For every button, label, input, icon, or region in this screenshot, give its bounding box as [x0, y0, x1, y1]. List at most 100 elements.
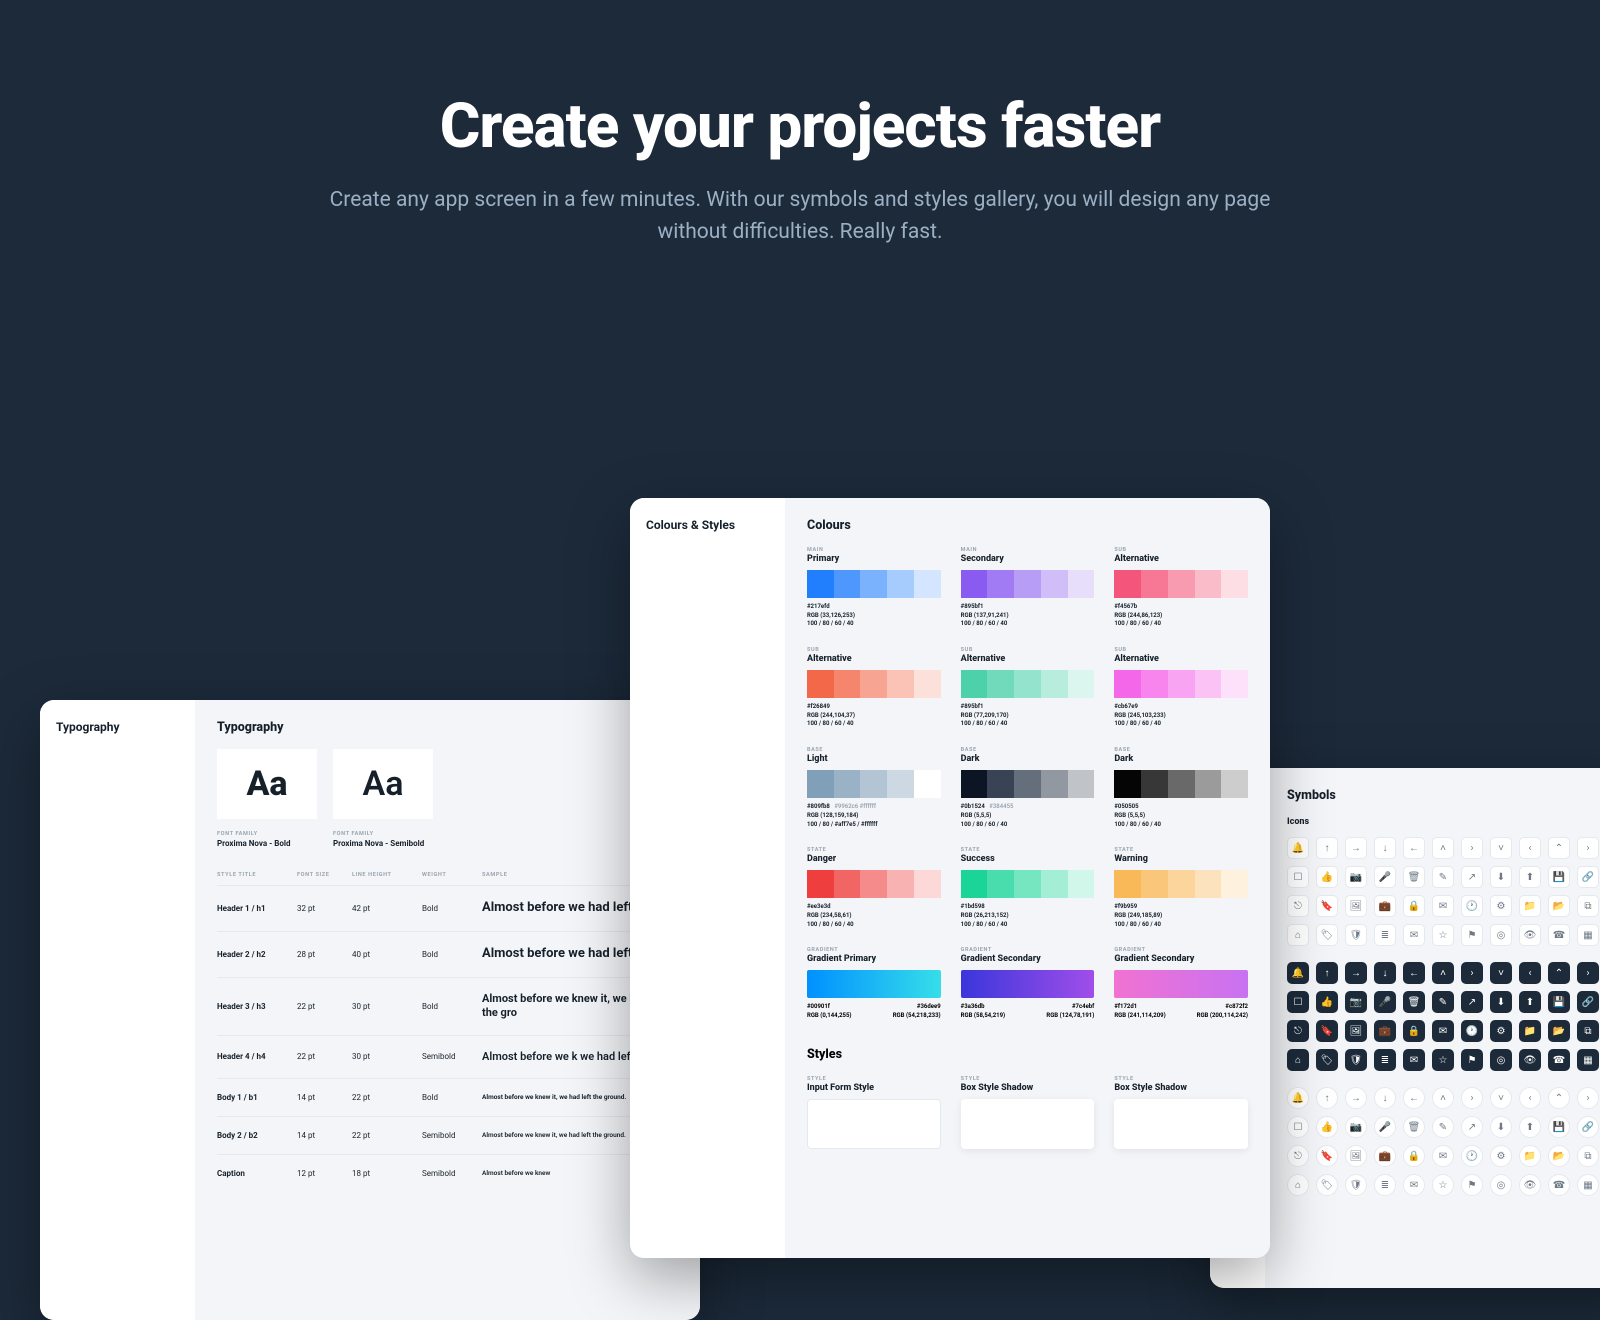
link-icon[interactable]: 🔗 [1577, 866, 1599, 888]
arrow-down-icon[interactable]: ↓ [1374, 837, 1396, 859]
arrow-left-icon[interactable]: ← [1403, 962, 1425, 984]
target-icon[interactable]: ◎ [1490, 1174, 1512, 1196]
arrow-right-icon[interactable]: → [1345, 962, 1367, 984]
logout-icon[interactable]: ⎋ [1287, 895, 1309, 917]
image-icon[interactable]: 🖼 [1345, 1145, 1367, 1167]
edit-icon[interactable]: ✎ [1432, 866, 1454, 888]
caret-left-icon[interactable]: ‹ [1519, 1087, 1541, 1109]
flag-icon[interactable]: ⚑ [1461, 1174, 1483, 1196]
copy-icon[interactable]: ⧉ [1577, 895, 1599, 917]
logout-icon[interactable]: ⎋ [1287, 1020, 1309, 1042]
mic-icon[interactable]: 🎤 [1374, 866, 1396, 888]
save-icon[interactable]: 💾 [1548, 991, 1570, 1013]
arrow-up-icon[interactable]: ↑ [1316, 962, 1338, 984]
camera-icon[interactable]: 📷 [1345, 1116, 1367, 1138]
chevron-right-icon[interactable]: › [1577, 1087, 1599, 1109]
star-icon[interactable]: ☆ [1432, 924, 1454, 946]
arrow-down-icon[interactable]: ↓ [1374, 962, 1396, 984]
phone-icon[interactable]: ☎ [1548, 1174, 1570, 1196]
chevron-up-icon[interactable]: ⌃ [1548, 962, 1570, 984]
thumb-up-icon[interactable]: 👍 [1316, 1116, 1338, 1138]
clock-icon[interactable]: 🕐 [1461, 1145, 1483, 1167]
briefcase-icon[interactable]: 💼 [1374, 1020, 1396, 1042]
arrow-left-icon[interactable]: ← [1403, 1087, 1425, 1109]
grid-icon[interactable]: ▦ [1577, 1174, 1599, 1196]
envelope-icon[interactable]: ✉ [1403, 1174, 1425, 1196]
inbox-icon[interactable]: ☐ [1287, 866, 1309, 888]
eye-icon[interactable]: 👁 [1519, 1174, 1541, 1196]
phone-icon[interactable]: ☎ [1548, 1049, 1570, 1071]
clock-icon[interactable]: 🕐 [1461, 895, 1483, 917]
shield-icon[interactable]: 🛡 [1345, 924, 1367, 946]
lock-icon[interactable]: 🔒 [1403, 1145, 1425, 1167]
home-icon[interactable]: ⌂ [1287, 1049, 1309, 1071]
gear-icon[interactable]: ⚙ [1490, 895, 1512, 917]
gear-icon[interactable]: ⚙ [1490, 1145, 1512, 1167]
bell-icon[interactable]: 🔔 [1287, 837, 1309, 859]
home-icon[interactable]: ⌂ [1287, 1174, 1309, 1196]
envelope-icon[interactable]: ✉ [1403, 924, 1425, 946]
mail-icon[interactable]: ✉ [1432, 1145, 1454, 1167]
copy-icon[interactable]: ⧉ [1577, 1145, 1599, 1167]
caret-right-icon[interactable]: › [1461, 1087, 1483, 1109]
trash-icon[interactable]: 🗑 [1403, 991, 1425, 1013]
download-icon[interactable]: ⬇ [1490, 1116, 1512, 1138]
copy-icon[interactable]: ⧉ [1577, 1020, 1599, 1042]
save-icon[interactable]: 💾 [1548, 1116, 1570, 1138]
bookmark-icon[interactable]: 🔖 [1316, 1020, 1338, 1042]
download-icon[interactable]: ⬇ [1490, 866, 1512, 888]
folder-icon[interactable]: 📁 [1519, 1020, 1541, 1042]
layers-icon[interactable]: ≣ [1374, 1049, 1396, 1071]
external-icon[interactable]: ↗ [1461, 866, 1483, 888]
bell-icon[interactable]: 🔔 [1287, 962, 1309, 984]
tag-icon[interactable]: 🏷 [1316, 1049, 1338, 1071]
layers-icon[interactable]: ≣ [1374, 1174, 1396, 1196]
tag-icon[interactable]: 🏷 [1316, 1174, 1338, 1196]
trash-icon[interactable]: 🗑 [1403, 866, 1425, 888]
bookmark-icon[interactable]: 🔖 [1316, 1145, 1338, 1167]
envelope-icon[interactable]: ✉ [1403, 1049, 1425, 1071]
arrow-right-icon[interactable]: → [1345, 837, 1367, 859]
inbox-icon[interactable]: ☐ [1287, 991, 1309, 1013]
upload-icon[interactable]: ⬆ [1519, 991, 1541, 1013]
caret-left-icon[interactable]: ‹ [1519, 962, 1541, 984]
lock-icon[interactable]: 🔒 [1403, 895, 1425, 917]
save-icon[interactable]: 💾 [1548, 866, 1570, 888]
grid-icon[interactable]: ▦ [1577, 924, 1599, 946]
gear-icon[interactable]: ⚙ [1490, 1020, 1512, 1042]
mic-icon[interactable]: 🎤 [1374, 1116, 1396, 1138]
briefcase-icon[interactable]: 💼 [1374, 895, 1396, 917]
caret-right-icon[interactable]: › [1461, 837, 1483, 859]
folder-icon[interactable]: 📁 [1519, 1145, 1541, 1167]
upload-icon[interactable]: ⬆ [1519, 866, 1541, 888]
arrow-left-icon[interactable]: ← [1403, 837, 1425, 859]
arrow-down-icon[interactable]: ↓ [1374, 1087, 1396, 1109]
bell-icon[interactable]: 🔔 [1287, 1087, 1309, 1109]
caret-right-icon[interactable]: › [1461, 962, 1483, 984]
shield-icon[interactable]: 🛡 [1345, 1174, 1367, 1196]
grid-icon[interactable]: ▦ [1577, 1049, 1599, 1071]
link-icon[interactable]: 🔗 [1577, 991, 1599, 1013]
chevron-up-icon[interactable]: ⌃ [1548, 837, 1570, 859]
inbox-icon[interactable]: ☐ [1287, 1116, 1309, 1138]
logout-icon[interactable]: ⎋ [1287, 1145, 1309, 1167]
caret-down-icon[interactable]: ˅ [1490, 1087, 1512, 1109]
flag-icon[interactable]: ⚑ [1461, 1049, 1483, 1071]
download-icon[interactable]: ⬇ [1490, 991, 1512, 1013]
chevron-up-icon[interactable]: ⌃ [1548, 1087, 1570, 1109]
bookmark-icon[interactable]: 🔖 [1316, 895, 1338, 917]
folder-open-icon[interactable]: 📂 [1548, 895, 1570, 917]
star-icon[interactable]: ☆ [1432, 1049, 1454, 1071]
mail-icon[interactable]: ✉ [1432, 895, 1454, 917]
home-icon[interactable]: ⌂ [1287, 924, 1309, 946]
eye-icon[interactable]: 👁 [1519, 1049, 1541, 1071]
eye-icon[interactable]: 👁 [1519, 924, 1541, 946]
layers-icon[interactable]: ≣ [1374, 924, 1396, 946]
external-icon[interactable]: ↗ [1461, 991, 1483, 1013]
caret-left-icon[interactable]: ‹ [1519, 837, 1541, 859]
caret-down-icon[interactable]: ˅ [1490, 962, 1512, 984]
arrow-up-icon[interactable]: ↑ [1316, 837, 1338, 859]
briefcase-icon[interactable]: 💼 [1374, 1145, 1396, 1167]
chevron-right-icon[interactable]: › [1577, 837, 1599, 859]
folder-open-icon[interactable]: 📂 [1548, 1020, 1570, 1042]
